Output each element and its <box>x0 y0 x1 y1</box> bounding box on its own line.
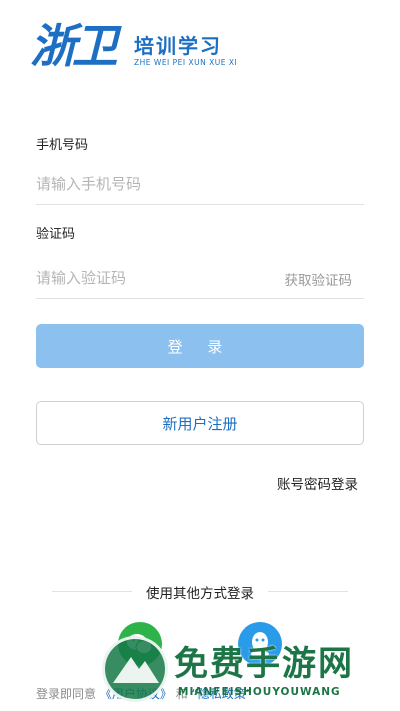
phone-input[interactable] <box>36 165 256 203</box>
app-logo: 浙卫 培训学习 ZHE WEI PEI XUN XUE XI <box>30 18 250 78</box>
other-login-title: 使用其他方式登录 <box>146 586 254 602</box>
login-button[interactable]: 登 录 <box>36 324 364 368</box>
agreement-and: 和 <box>175 687 188 701</box>
logo-title: 培训学习 <box>134 34 222 58</box>
code-label: 验证码 <box>36 227 76 242</box>
code-field-row: 获取验证码 <box>36 259 364 299</box>
logo-mark: 浙卫 <box>30 19 118 73</box>
agreement-prefix: 登录即同意 <box>36 687 97 701</box>
phone-label: 手机号码 <box>36 138 89 153</box>
qq-icon[interactable] <box>238 622 282 666</box>
phone-field-row <box>36 165 364 205</box>
get-code-button[interactable]: 获取验证码 <box>285 269 353 289</box>
user-agreement-link[interactable]: 《用户协议》 <box>100 687 172 701</box>
wechat-icon[interactable] <box>118 622 162 666</box>
privacy-policy-link[interactable]: “隐私政策” <box>192 687 252 701</box>
qq-glyph <box>251 632 269 657</box>
register-button[interactable]: 新用户注册 <box>36 401 364 445</box>
agreement-text: 登录即同意 《用户协议》 和 “隐私政策” <box>36 685 252 702</box>
logo-subtitle: ZHE WEI PEI XUN XUE XI <box>134 58 238 67</box>
wechat-glyph <box>127 634 153 655</box>
password-login-link[interactable]: 账号密码登录 <box>277 473 358 493</box>
code-input[interactable] <box>36 259 256 297</box>
divider-right <box>268 591 348 592</box>
